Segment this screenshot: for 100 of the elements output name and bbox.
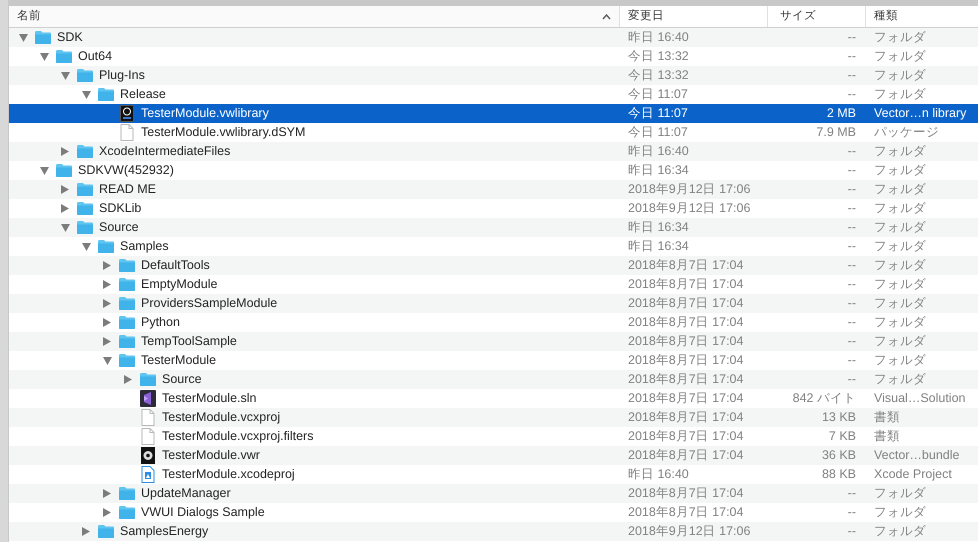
disclosure-triangle-icon[interactable]	[40, 166, 48, 174]
modified-date: 2018年8月7日 17:04	[627, 504, 744, 522]
file-row[interactable]: Source 昨日 16:34 -- フォルダ	[9, 218, 978, 237]
file-row[interactable]: TesterModule.vwlibrary 今日 11:07 2 MB Vector…n library	[9, 104, 978, 123]
file-size: --	[848, 29, 856, 46]
file-size: 2 MB	[826, 105, 856, 122]
gear-icon	[141, 447, 155, 464]
file-name: XcodeIntermediateFiles	[99, 143, 230, 160]
modified-date: 昨日 16:40	[627, 466, 690, 484]
folder-icon	[118, 334, 136, 349]
file-kind: フォルダ	[873, 29, 926, 46]
file-name: TesterModule.vwlibrary.dSYM	[141, 124, 306, 142]
disclosure-triangle-icon[interactable]	[102, 356, 112, 364]
modified-date: 2018年8月7日 17:04	[627, 295, 744, 312]
file-kind: Vector…n library	[873, 105, 966, 122]
file-size: --	[848, 371, 856, 388]
file-row[interactable]: DefaultTools 2018年8月7日 17:04 -- フォルダ	[9, 256, 978, 275]
file-kind: フォルダ	[873, 67, 926, 84]
file-kind: フォルダ	[873, 219, 926, 236]
file-row[interactable]: TesterModule.vwr 2018年8月7日 17:04 36 KB Vector…bundle	[9, 446, 978, 465]
disclosure-triangle-icon[interactable]	[103, 508, 111, 517]
file-kind: フォルダ	[873, 333, 926, 350]
file-name: READ ME	[99, 181, 156, 198]
disclosure-triangle-icon[interactable]	[61, 204, 69, 213]
disclosure-triangle-icon[interactable]	[18, 34, 28, 42]
column-header[interactable]: 名前	[9, 6, 620, 27]
file-row[interactable]: SDK 昨日 16:40 -- フォルダ	[9, 28, 978, 47]
file-row[interactable]: TempToolSample 2018年8月7日 17:04 -- フォルダ	[9, 332, 978, 351]
disclosure-triangle-icon[interactable]	[103, 489, 111, 498]
file-size: 13 KB	[822, 409, 856, 426]
disclosure-triangle-icon[interactable]	[124, 375, 132, 384]
file-size: 36 KB	[822, 447, 856, 464]
modified-date: 今日 11:07	[627, 86, 689, 104]
file-size: --	[848, 219, 856, 236]
file-row[interactable]: XcodeIntermediateFiles 昨日 16:40 -- フォルダ	[9, 142, 978, 161]
file-row[interactable]: Source 2018年8月7日 17:04 -- フォルダ	[9, 370, 978, 389]
disclosure-triangle-icon[interactable]	[61, 185, 69, 194]
file-row[interactable]: SamplesEnergy 2018年9月12日 17:06 -- フォルダ	[9, 522, 978, 541]
disclosure-triangle-icon[interactable]	[103, 280, 111, 289]
folder-icon	[118, 277, 136, 292]
modified-date: 2018年8月7日 17:04	[627, 371, 744, 388]
disclosure-triangle-icon[interactable]	[103, 261, 111, 270]
disclosure-triangle-icon[interactable]	[61, 147, 69, 156]
file-row[interactable]: ProvidersSampleModule 2018年8月7日 17:04 -- フォルダ	[9, 294, 978, 313]
disclosure-triangle-icon[interactable]	[103, 299, 111, 308]
file-kind: フォルダ	[873, 523, 926, 540]
file-row[interactable]: READ ME 2018年9月12日 17:06 -- フォルダ	[9, 180, 978, 199]
file-name: Samples	[120, 238, 169, 256]
file-kind: フォルダ	[873, 162, 926, 180]
file-kind: フォルダ	[873, 295, 926, 312]
file-name: Python	[141, 314, 180, 332]
disclosure-triangle-icon[interactable]	[103, 337, 111, 346]
file-kind: Vector…bundle	[873, 447, 960, 464]
column-header[interactable]: 種類	[866, 6, 978, 27]
file-kind: フォルダ	[873, 371, 926, 388]
solution-icon	[140, 390, 156, 407]
folder-icon	[118, 258, 136, 273]
document-icon	[141, 409, 155, 426]
file-name: ProvidersSampleModule	[141, 295, 278, 312]
file-kind: フォルダ	[873, 86, 926, 104]
disclosure-triangle-icon[interactable]	[82, 90, 90, 98]
file-name: TempToolSample	[141, 333, 237, 350]
modified-date: 昨日 16:34	[627, 219, 690, 236]
column-header[interactable]: 変更日	[620, 6, 768, 27]
disclosure-triangle-icon[interactable]	[82, 527, 90, 536]
file-kind: Xcode Project	[873, 466, 952, 484]
folder-icon	[118, 486, 136, 501]
modified-date: 2018年8月7日 17:04	[627, 409, 744, 426]
file-row[interactable]: Plug-Ins 今日 13:32 -- フォルダ	[9, 66, 978, 85]
file-size: --	[848, 504, 856, 522]
file-name: SDKLib	[99, 200, 142, 218]
folder-icon	[118, 296, 136, 311]
folder-icon	[55, 163, 73, 178]
disclosure-triangle-icon[interactable]	[82, 242, 90, 250]
folder-icon	[76, 201, 94, 216]
modified-date: 2018年8月7日 17:04	[627, 276, 744, 294]
modified-date: 昨日 16:40	[627, 29, 690, 46]
column-header[interactable]: サイズ	[768, 6, 866, 27]
disclosure-triangle-icon[interactable]	[60, 224, 70, 232]
folder-icon	[76, 182, 94, 197]
folder-icon	[118, 315, 136, 330]
file-size: --	[848, 238, 856, 256]
file-kind: 書類	[873, 428, 900, 446]
file-size: --	[848, 143, 856, 160]
file-name: TesterModule.sln	[162, 390, 256, 408]
disclosure-triangle-icon[interactable]	[40, 52, 48, 60]
file-row[interactable]: TesterModule.vcxproj 2018年8月7日 17:04 13 KB 書類	[9, 408, 978, 427]
file-size: --	[848, 276, 856, 294]
disclosure-triangle-icon[interactable]	[103, 318, 111, 327]
file-size: 7.9 MB	[816, 124, 856, 142]
sort-caret-icon	[602, 14, 611, 20]
file-size: --	[848, 86, 856, 104]
file-size: 88 KB	[822, 466, 856, 484]
file-kind: Visual…Solution	[873, 390, 966, 408]
disclosure-triangle-icon[interactable]	[60, 72, 70, 80]
file-row[interactable]: UpdateManager 2018年8月7日 17:04 -- フォルダ	[9, 484, 978, 503]
file-kind: 書類	[873, 409, 900, 426]
file-size: --	[848, 295, 856, 312]
modified-date: 2018年8月7日 17:04	[627, 447, 744, 464]
file-name: Source	[99, 219, 139, 236]
